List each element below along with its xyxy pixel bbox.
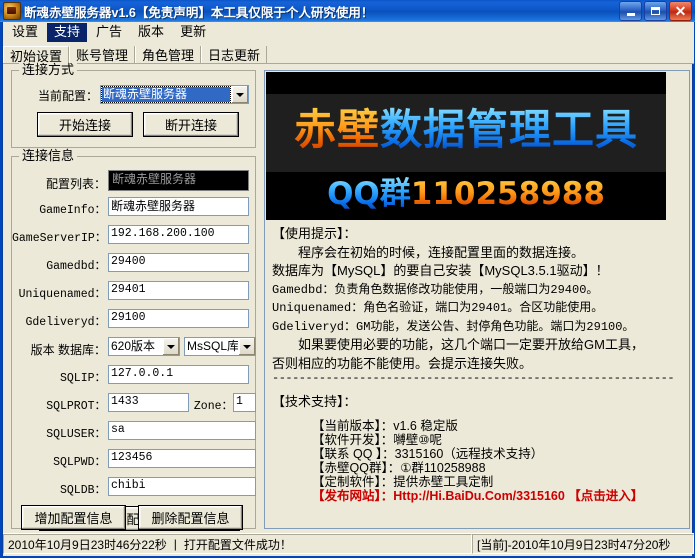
menu-item-support[interactable]: 支持 <box>47 23 87 42</box>
uniquenamed-field[interactable]: 29401 <box>108 281 249 300</box>
dbtype-value: MsSQL库 <box>185 339 238 354</box>
config-list-label: 配置列表： <box>26 175 106 192</box>
banner-title-part2: 数据管理工具 <box>380 105 638 154</box>
config-list-box[interactable]: 断魂赤壁服务器 <box>108 170 249 191</box>
info-line-15: 【赤壁QQ群】：①群110258988 <box>272 461 684 475</box>
version-combo[interactable]: 620版本 <box>108 337 180 356</box>
minimize-button[interactable] <box>619 1 642 21</box>
banner-title-part1: 赤壁 <box>294 105 380 154</box>
menu-item-update[interactable]: 更新 <box>173 23 213 42</box>
sqlip-field[interactable]: 127.0.0.1 <box>108 365 249 384</box>
banner-qq-line: QQ群110258988 <box>266 174 666 214</box>
info-line-8: ----------------------------------------… <box>272 373 684 384</box>
add-config-button[interactable]: 增加配置信息 <box>21 505 126 530</box>
gamedbd-field[interactable]: 29400 <box>108 253 249 272</box>
gdeliveryd-label: Gdeliveryd： <box>16 313 106 329</box>
connect-mode-legend: 连接方式 <box>19 63 77 77</box>
app-icon <box>3 2 21 20</box>
version-db-label: 版本 数据库： <box>20 341 106 358</box>
tab-role-manage[interactable]: 角色管理 <box>135 46 201 63</box>
sqldb-field[interactable]: chibi <box>108 477 256 496</box>
gameinfo-field[interactable]: 断魂赤壁服务器 <box>108 197 249 216</box>
config-list-selected: 断魂赤壁服务器 <box>112 172 196 186</box>
application-window: 断魂赤壁服务器v1.6【免责声明】本工具仅限于个人研究使用！ ✕ 设置 支持 广… <box>0 0 695 558</box>
title-bar: 断魂赤壁服务器v1.6【免责声明】本工具仅限于个人研究使用！ ✕ <box>0 0 695 22</box>
info-line-2: 数据库为【MySQL】的要自己安装【MySQL3.5.1驱动】！ <box>272 262 684 281</box>
zone-label: Zone： <box>193 397 233 413</box>
banner-title: 赤壁数据管理工具 <box>266 98 666 162</box>
sqluser-field[interactable]: sa <box>108 421 256 440</box>
menu-item-ads[interactable]: 广告 <box>89 23 129 42</box>
delete-config-button[interactable]: 删除配置信息 <box>138 505 243 530</box>
sqlprot-label: SQLPROT： <box>30 397 106 413</box>
status-separator: | <box>167 537 184 551</box>
status-message: 打开配置文件成功！ <box>184 536 292 553</box>
current-config-value: 断魂赤壁服务器 <box>102 87 230 102</box>
window-controls: ✕ <box>619 1 692 21</box>
info-line-9 <box>272 384 684 393</box>
sqlip-label: SQLIP： <box>40 369 106 385</box>
maximize-button[interactable] <box>644 1 667 21</box>
current-config-combo[interactable]: 断魂赤壁服务器 <box>100 85 249 104</box>
stop-connect-button[interactable]: 断开连接 <box>143 112 239 137</box>
info-line-5: Gdeliveryd：GM功能，发送公告、封停角色功能。端口为29100。 <box>272 318 684 337</box>
info-line-17[interactable]: 【发布网站】：Http://Hi.BaiDu.Com/3315160 【点击进入… <box>272 489 684 503</box>
sqldb-label: SQLDB： <box>40 481 106 497</box>
tab-log-update[interactable]: 日志更新 <box>201 46 267 63</box>
uniquenamed-label: Uniquenamed： <box>14 285 106 301</box>
sqlpwd-field[interactable]: 123456 <box>108 449 256 468</box>
banner-qq-label: QQ群 <box>327 176 411 212</box>
tab-initial-setup[interactable]: 初始设置 <box>3 46 69 63</box>
client-area: 设置 支持 广告 版本 更新 初始设置 账号管理 角色管理 日志更新 连接方式 … <box>2 22 693 556</box>
info-line-16: 【定制软件】：提供赤壁工具定制 <box>272 475 684 489</box>
menu-bar: 设置 支持 广告 版本 更新 <box>3 22 694 42</box>
sqluser-label: SQLUSER： <box>30 425 106 441</box>
status-right-pane: [当前]-2010年10月9日23时47分20秒 <box>472 534 694 554</box>
banner-qq-number: 110258988 <box>411 176 605 212</box>
gameinfo-label: GameInfo： <box>18 201 106 217</box>
connect-mode-group: 连接方式 当前配置： 断魂赤壁服务器 开始连接 断开连接 <box>11 70 256 148</box>
current-config-label: 当前配置： <box>20 87 98 104</box>
connect-info-legend: 连接信息 <box>19 149 77 163</box>
menu-item-version[interactable]: 版本 <box>131 23 171 42</box>
info-line-14: 【联系 QQ 】：3315160（远程技术支持） <box>272 447 684 461</box>
close-button[interactable]: ✕ <box>669 1 692 21</box>
tab-account-manage[interactable]: 账号管理 <box>69 46 135 63</box>
chevron-down-icon[interactable] <box>231 86 248 103</box>
info-line-11 <box>272 412 684 419</box>
info-line-0: 【使用提示】： <box>272 225 684 244</box>
connect-info-group: 连接信息 配置列表： 断魂赤壁服务器 GameInfo： 断魂赤壁服务器 Gam… <box>11 156 256 529</box>
version-value: 620版本 <box>109 339 162 354</box>
info-line-1: 程序会在初始的时候，连接配置里面的数据连接。 <box>272 244 684 263</box>
info-panel: 赤壁数据管理工具 QQ群110258988 【使用提示】： 程序会在初始的时候，… <box>264 70 690 529</box>
start-connect-button[interactable]: 开始连接 <box>37 112 133 137</box>
dbtype-combo[interactable]: MsSQL库 <box>184 337 256 356</box>
gdeliveryd-field[interactable]: 29100 <box>108 309 249 328</box>
info-line-6: 如果要使用必要的功能，这几个端口一定要开放给GM工具， <box>272 336 684 355</box>
info-line-4: Uniquenamed：角色名验证，端口为29401。合区功能使用。 <box>272 299 684 318</box>
status-left-pane: 2010年10月9日23时46分22秒 | 打开配置文件成功！ <box>3 534 472 554</box>
status-timestamp: 2010年10月9日23时46分22秒 <box>8 536 167 553</box>
status-bar: 2010年10月9日23时46分22秒 | 打开配置文件成功！ [当前]-201… <box>3 533 694 554</box>
sqlpwd-label: SQLPWD： <box>34 453 106 469</box>
sqlprot-field[interactable]: 1433 <box>108 393 189 412</box>
gameserverip-label: GameServerIP： <box>12 229 106 245</box>
gameserverip-field[interactable]: 192.168.200.100 <box>108 225 249 244</box>
info-line-10: 【技术支持】： <box>272 393 684 412</box>
info-line-3: Gamedbd：负责角色数据修改功能使用，一般端口为29400。 <box>272 281 684 300</box>
banner-image: 赤壁数据管理工具 QQ群110258988 <box>266 72 666 220</box>
gamedbd-label: Gamedbd： <box>18 257 106 273</box>
info-text-area[interactable]: 【使用提示】： 程序会在初始的时候，连接配置里面的数据连接。 数据库为【MySQ… <box>266 221 690 529</box>
info-line-12: 【当前版本】：v1.6 稳定版 <box>272 419 684 433</box>
window-title: 断魂赤壁服务器v1.6【免责声明】本工具仅限于个人研究使用！ <box>24 2 619 21</box>
tab-strip: 初始设置 账号管理 角色管理 日志更新 <box>3 42 694 64</box>
info-line-13: 【软件开发】：嚩壁⑩呢 <box>272 433 684 447</box>
status-current-time: [当前]-2010年10月9日23时47分20秒 <box>477 536 670 553</box>
chevron-down-icon[interactable] <box>238 338 255 355</box>
menu-item-settings[interactable]: 设置 <box>5 23 45 42</box>
chevron-down-icon[interactable] <box>162 338 179 355</box>
zone-field[interactable]: 1 <box>233 393 256 412</box>
